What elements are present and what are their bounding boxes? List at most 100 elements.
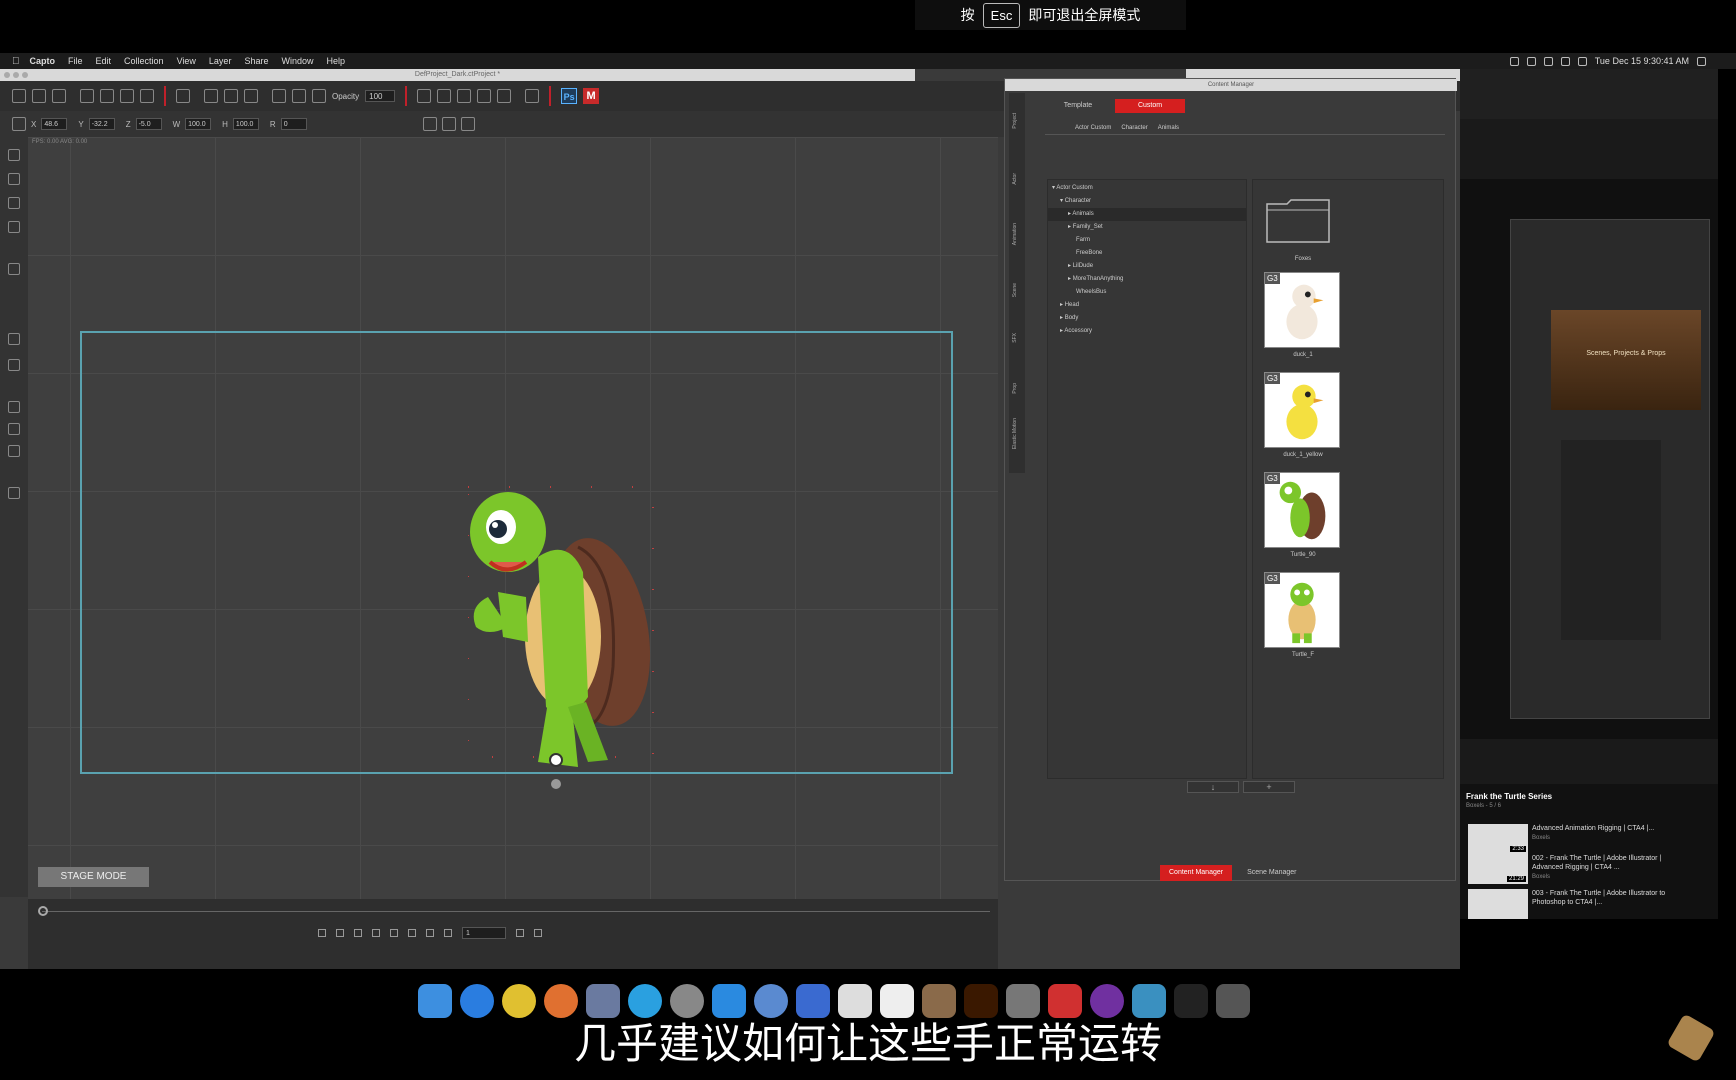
stop-icon[interactable] [372, 929, 380, 937]
tree-item[interactable]: FreeBone [1076, 247, 1102, 260]
vtab-animation[interactable]: Animation [1012, 223, 1022, 245]
playlist-item[interactable]: 003 - Frank The Turtle | Adobe Illustrat… [1468, 889, 1708, 923]
menu-app-name[interactable]: Capto [30, 56, 56, 66]
wifi-icon[interactable] [1560, 56, 1570, 66]
playlist-title[interactable]: Frank the Turtle Series [1466, 792, 1552, 801]
toolbar-icon[interactable] [244, 89, 258, 103]
menubar-clock[interactable]: Tue Dec 15 9:30:41 AM [1595, 56, 1689, 66]
timeline-track[interactable] [42, 911, 990, 912]
tool-icon[interactable] [8, 445, 20, 457]
vtab-sfx[interactable]: SFX [1012, 333, 1022, 343]
timeline-playhead[interactable] [38, 906, 48, 916]
h-input[interactable]: 100.0 [232, 118, 259, 130]
photoshop-button[interactable]: Ps [561, 88, 578, 104]
tree-item[interactable]: ▸ Family_Set [1068, 221, 1103, 234]
menu-share[interactable]: Share [244, 56, 268, 66]
toolbar-icon[interactable] [525, 89, 540, 103]
vtab-prop[interactable]: Prop [1012, 383, 1022, 394]
asset-thumbnail-duck[interactable]: G3 [1264, 272, 1340, 348]
battery-icon[interactable] [1577, 56, 1587, 66]
zoom-window-icon[interactable] [22, 72, 28, 78]
asset-thumbnail-turtle-90[interactable]: G3 [1264, 472, 1340, 548]
r-input[interactable]: 0 [280, 118, 307, 130]
z-input[interactable]: -5.0 [135, 118, 162, 130]
tool-icon[interactable] [8, 197, 20, 209]
previous-frame-icon[interactable] [390, 929, 398, 937]
text-icon[interactable] [140, 89, 154, 103]
undo-icon[interactable] [176, 89, 190, 103]
close-window-icon[interactable] [4, 72, 10, 78]
tool-icon[interactable] [8, 149, 20, 161]
open-file-icon[interactable] [32, 89, 46, 103]
tab-template[interactable]: Template [1043, 99, 1113, 113]
vtab-project[interactable]: Project [1012, 113, 1022, 129]
flip-icon[interactable] [272, 89, 286, 103]
select-icon[interactable] [12, 117, 26, 131]
toolbar-icon[interactable] [100, 89, 114, 103]
link-icon[interactable] [292, 89, 306, 103]
next-frame-icon[interactable] [408, 929, 416, 937]
tree-item[interactable]: WheelsBus [1076, 286, 1106, 299]
tool-icon[interactable] [8, 333, 20, 345]
toolbar-icon[interactable] [80, 89, 94, 103]
toolbar-icon[interactable] [497, 89, 512, 103]
toolbar-icon[interactable] [336, 929, 344, 937]
m-button[interactable]: M [583, 88, 600, 104]
download-button[interactable]: ↓ [1187, 781, 1239, 793]
tool-icon[interactable] [8, 401, 20, 413]
asset-thumbnail-turtle-f[interactable]: G3 [1264, 572, 1340, 648]
add-button[interactable]: + [1243, 781, 1295, 793]
asset-thumbnail-duck-yellow[interactable]: G3 [1264, 372, 1340, 448]
toolbar-icon[interactable] [534, 929, 542, 937]
loop-icon[interactable] [318, 929, 326, 937]
tool-icon[interactable] [8, 423, 20, 435]
minimize-window-icon[interactable] [13, 72, 19, 78]
menu-layer[interactable]: Layer [209, 56, 232, 66]
tree-item[interactable]: ▸ MoreThanAnything [1068, 273, 1123, 286]
tree-item[interactable]: ▸ Head [1060, 299, 1079, 312]
anchor-icon[interactable] [437, 89, 452, 103]
status-icon[interactable] [1509, 56, 1519, 66]
last-frame-icon[interactable] [426, 929, 434, 937]
new-file-icon[interactable] [12, 89, 26, 103]
x-input[interactable]: 48.6 [41, 118, 68, 130]
menu-collection[interactable]: Collection [124, 56, 164, 66]
tree-item[interactable]: ▸ Accessory [1060, 325, 1092, 338]
tool-icon[interactable] [8, 221, 20, 233]
folder-icon[interactable] [1265, 198, 1331, 244]
breadcrumb-item[interactable]: Actor Custom [1075, 125, 1111, 131]
search-icon[interactable] [1697, 56, 1706, 66]
breadcrumb-item[interactable]: Animals [1158, 125, 1179, 131]
playlist-item[interactable]: 21:29 002 - Frank The Turtle | Adobe Ill… [1468, 854, 1708, 888]
stage-canvas[interactable]: FPS: 0.00 AVG: 0.00 STAGE MODE [28, 137, 998, 899]
export-icon[interactable] [120, 89, 134, 103]
tool-icon[interactable] [8, 487, 20, 499]
vtab-scene[interactable]: Scene [1012, 283, 1022, 297]
frame-input[interactable]: 1 [462, 927, 506, 939]
save-icon[interactable] [52, 89, 66, 103]
tree-item[interactable]: ▾ Actor Custom [1052, 182, 1093, 195]
tool-icon[interactable] [8, 359, 20, 371]
turtle-character[interactable] [468, 477, 708, 807]
eye-icon[interactable] [312, 89, 326, 103]
menu-help[interactable]: Help [326, 56, 345, 66]
toolbar-icon[interactable] [441, 117, 456, 131]
scene-manager-tab[interactable]: Scene Manager [1238, 865, 1305, 881]
playlist-item[interactable]: 2:33 Advanced Animation Rigging | CTA4 |… [1468, 824, 1708, 858]
tree-item[interactable]: ▾ Character [1060, 195, 1091, 208]
vtab-elastic-motion[interactable]: Elastic Motion [1012, 418, 1022, 449]
tree-item-selected[interactable]: ▸ Animals [1048, 208, 1246, 221]
toolbar-icon[interactable] [516, 929, 524, 937]
copy-icon[interactable] [224, 89, 238, 103]
play-icon[interactable] [354, 929, 362, 937]
content-manager-tab[interactable]: Content Manager [1160, 865, 1233, 881]
tool-icon[interactable] [8, 263, 20, 275]
w-input[interactable]: 100.0 [185, 118, 212, 130]
menu-view[interactable]: View [177, 56, 196, 66]
opacity-input[interactable]: 100 [365, 90, 396, 102]
status-icon[interactable] [1526, 56, 1536, 66]
curve-icon[interactable] [422, 117, 437, 131]
tool-icon[interactable] [8, 173, 20, 185]
rotate-icon[interactable] [477, 89, 492, 103]
tree-item[interactable]: Farm [1076, 234, 1090, 247]
